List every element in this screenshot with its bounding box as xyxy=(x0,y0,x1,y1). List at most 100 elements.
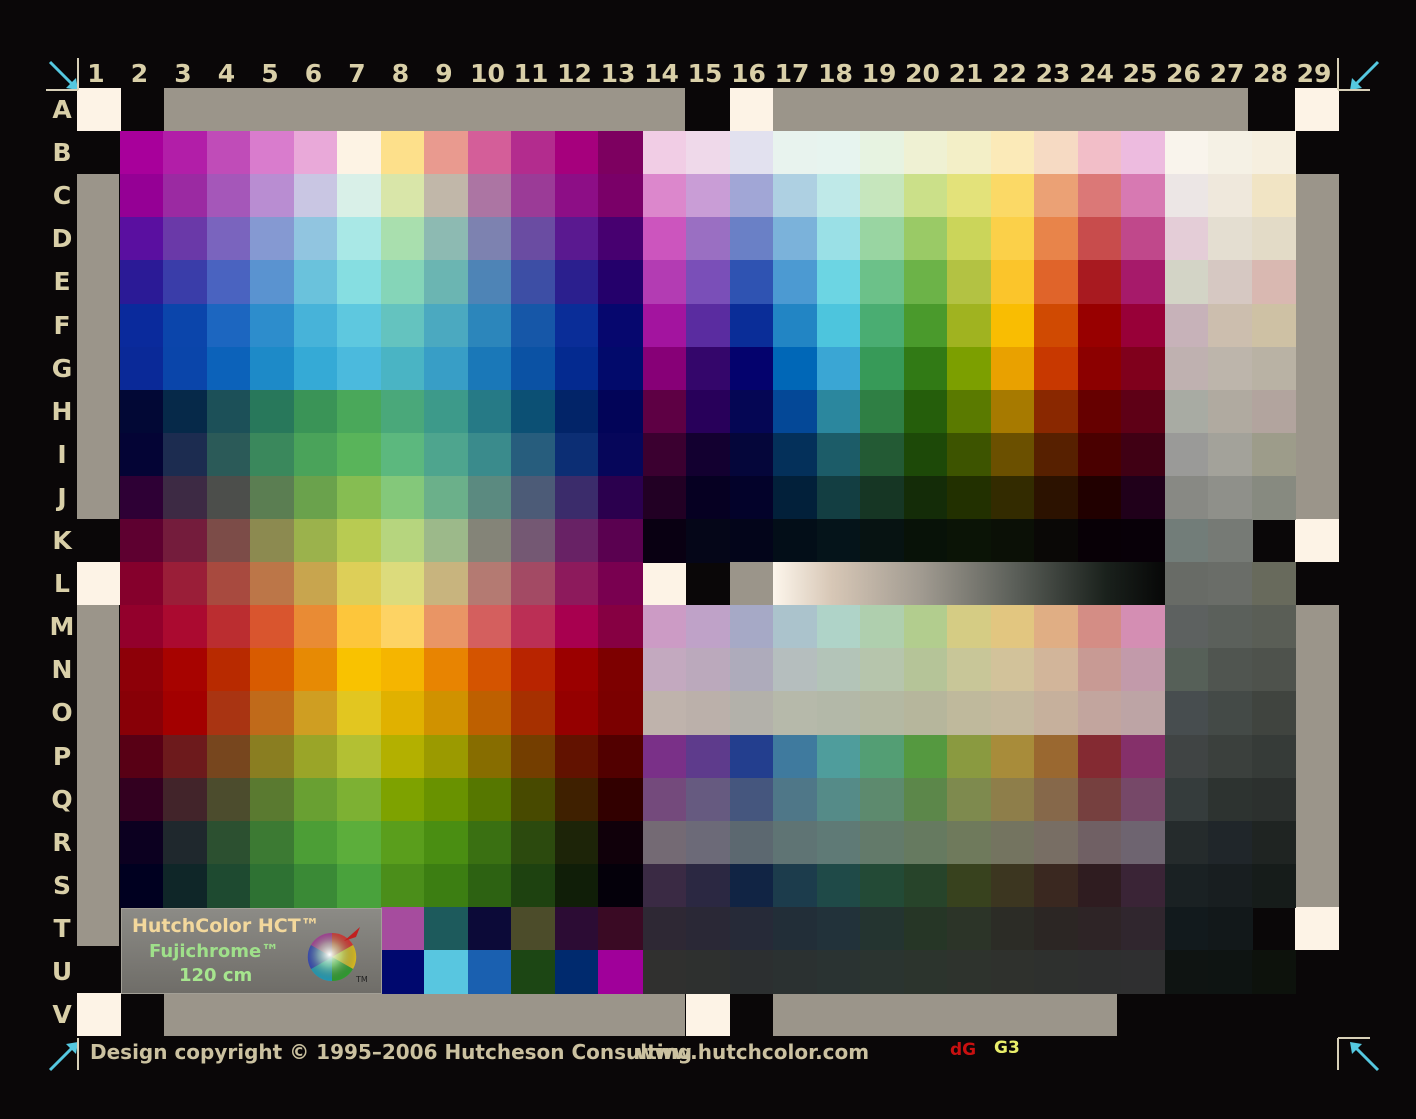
column-label: 29 xyxy=(1296,59,1332,88)
column-label: 8 xyxy=(391,59,410,88)
color-patch xyxy=(467,777,512,822)
color-patch xyxy=(119,519,164,564)
color-patch xyxy=(380,260,425,305)
color-patch xyxy=(903,863,948,908)
color-patch xyxy=(380,863,425,908)
color-patch xyxy=(511,562,556,607)
color-patch xyxy=(860,734,905,779)
color-patch xyxy=(293,648,338,693)
column-label: 6 xyxy=(304,59,323,88)
color-patch xyxy=(773,906,818,951)
color-patch xyxy=(380,734,425,779)
color-patch xyxy=(119,475,164,520)
color-patch xyxy=(990,303,1035,348)
color-patch xyxy=(947,734,992,779)
color-patch xyxy=(1121,519,1166,564)
color-patch xyxy=(642,648,687,693)
color-patch xyxy=(337,519,382,564)
color-patch xyxy=(554,562,599,607)
color-patch xyxy=(990,432,1035,477)
color-patch xyxy=(293,863,338,908)
neutral-bar xyxy=(164,993,685,1037)
color-patch xyxy=(511,605,556,650)
color-patch xyxy=(554,303,599,348)
gray-patch xyxy=(1208,346,1253,391)
color-patch xyxy=(990,346,1035,391)
color-patch xyxy=(250,131,295,176)
color-patch xyxy=(598,475,643,520)
color-patch xyxy=(554,605,599,650)
color-patch xyxy=(816,605,861,650)
color-patch xyxy=(816,260,861,305)
color-patch xyxy=(119,734,164,779)
color-patch xyxy=(729,863,774,908)
color-patch xyxy=(337,217,382,262)
color-patch xyxy=(1077,217,1122,262)
column-label: 2 xyxy=(130,59,149,88)
color-patch xyxy=(467,131,512,176)
logo-film: Fujichrome™ xyxy=(149,941,280,962)
row-label: L xyxy=(54,569,70,599)
color-patch xyxy=(903,820,948,865)
color-patch xyxy=(380,389,425,434)
color-patch xyxy=(598,691,643,736)
color-patch xyxy=(729,820,774,865)
color-patch xyxy=(686,950,731,995)
color-patch xyxy=(729,131,774,176)
column-label: 9 xyxy=(435,59,453,88)
color-patch xyxy=(816,519,861,564)
color-patch xyxy=(467,346,512,391)
color-patch xyxy=(424,777,469,822)
color-patch xyxy=(990,475,1035,520)
color-patch xyxy=(990,389,1035,434)
color-patch xyxy=(554,820,599,865)
color-patch xyxy=(816,734,861,779)
gray-patch xyxy=(1251,260,1296,305)
color-patch xyxy=(293,217,338,262)
color-patch xyxy=(1077,303,1122,348)
color-patch xyxy=(729,691,774,736)
gray-patch xyxy=(1208,475,1253,520)
dg-mark: dG xyxy=(950,1040,977,1060)
color-patch xyxy=(903,519,948,564)
gray-patch xyxy=(1208,906,1253,951)
color-patch xyxy=(1034,906,1079,951)
color-patch xyxy=(1077,432,1122,477)
gray-patch xyxy=(1251,217,1296,262)
color-patch xyxy=(947,777,992,822)
gray-patch xyxy=(1164,562,1209,607)
color-patch xyxy=(424,734,469,779)
color-patch xyxy=(598,734,643,779)
color-patch xyxy=(293,562,338,607)
color-patch xyxy=(729,174,774,219)
color-patch xyxy=(1077,691,1122,736)
color-patch xyxy=(206,131,251,176)
color-patch xyxy=(206,605,251,650)
logo-plate: HutchColor HCT™ Fujichrome™ 120 cm TM xyxy=(121,908,382,994)
color-patch xyxy=(250,432,295,477)
color-patch xyxy=(119,260,164,305)
color-patch xyxy=(467,734,512,779)
color-patch xyxy=(947,648,992,693)
color-patch xyxy=(337,260,382,305)
color-patch xyxy=(598,863,643,908)
color-patch xyxy=(163,174,208,219)
gray-patch xyxy=(1251,475,1296,520)
color-patch xyxy=(860,174,905,219)
color-patch xyxy=(1034,820,1079,865)
column-label: 15 xyxy=(687,59,723,88)
color-patch xyxy=(554,389,599,434)
color-patch xyxy=(686,734,731,779)
color-patch xyxy=(206,777,251,822)
color-patch xyxy=(1077,519,1122,564)
color-patch xyxy=(380,906,425,951)
color-patch xyxy=(337,475,382,520)
color-patch xyxy=(380,691,425,736)
color-patch xyxy=(990,519,1035,564)
logo-size: 120 cm xyxy=(179,965,253,986)
color-patch xyxy=(1034,605,1079,650)
gray-patch xyxy=(1208,260,1253,305)
color-patch xyxy=(424,906,469,951)
color-patch xyxy=(250,303,295,348)
color-patch xyxy=(1121,648,1166,693)
